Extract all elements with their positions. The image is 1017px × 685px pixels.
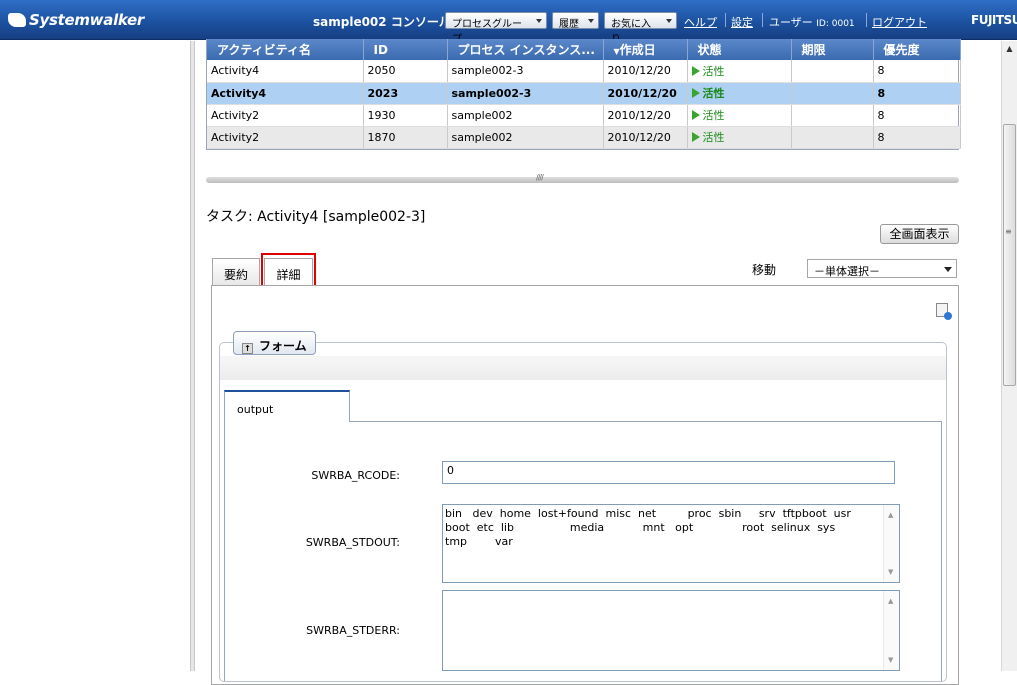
process-group-menu[interactable]: プロセスグループ <box>445 12 547 45</box>
header-divider <box>866 13 867 27</box>
page-scrollbar[interactable]: ▲ ≡ <box>1001 41 1017 671</box>
grip-icon: ≡ <box>1005 227 1012 236</box>
horizontal-splitter[interactable]: //// <box>206 173 959 183</box>
chevron-down-icon <box>666 19 672 23</box>
column-header-activity[interactable]: アクティビティ名 <box>207 39 364 60</box>
scroll-up-icon[interactable]: ▲ <box>888 594 893 608</box>
favorites-menu[interactable]: お気に入り <box>604 12 677 45</box>
textarea-scrollbar[interactable]: ▲ ▼ <box>883 505 899 582</box>
column-header-state[interactable]: 状態 <box>687 39 792 60</box>
stderr-label: SWRBA_STDERR: <box>306 624 400 637</box>
fujitsu-logo: FUJITSU <box>971 13 1017 27</box>
column-header-id[interactable]: ID <box>363 39 448 60</box>
column-header-instance[interactable]: プロセス インスタンス... <box>447 39 604 60</box>
move-select[interactable]: －単体選択－ <box>807 259 957 278</box>
pane-splitter[interactable] <box>191 41 195 671</box>
table-row-selected[interactable]: Activity4 2023 sample002-3 2010/12/20 活性 8 <box>207 82 961 105</box>
grip-icon: //// <box>536 173 544 182</box>
move-label: 移動 <box>752 263 777 277</box>
column-header-deadline[interactable]: 期限 <box>791 39 874 60</box>
stderr-field[interactable]: ▲ ▼ <box>442 590 900 671</box>
scroll-up-icon[interactable]: ▲ <box>888 508 893 522</box>
form-header-band <box>220 356 946 380</box>
column-header-created[interactable]: ▼作成日 <box>603 39 688 60</box>
scroll-thumb[interactable] <box>1003 124 1016 386</box>
logout-link[interactable]: ログアウト <box>872 14 927 30</box>
active-play-icon <box>691 132 700 142</box>
tab-summary[interactable]: 要約 <box>212 258 260 285</box>
form-toggle[interactable]: ↑ フォーム <box>233 331 316 355</box>
table-row[interactable]: Activity2 1930 sample002 2010/12/20 活性 8 <box>207 104 961 127</box>
scroll-down-icon[interactable]: ▼ <box>888 653 893 667</box>
stdout-field[interactable]: bin dev home lost+found misc net proc sb… <box>442 504 900 583</box>
rcode-field[interactable]: 0 <box>442 461 895 484</box>
systemwalker-mark-icon <box>8 13 26 27</box>
left-pane <box>0 41 191 671</box>
scroll-down-icon[interactable]: ▼ <box>888 565 893 579</box>
table-header-row: アクティビティ名 ID プロセス インスタンス... ▼作成日 状態 期限 優先… <box>207 39 961 60</box>
rcode-label: SWRBA_RCODE: <box>311 469 400 482</box>
task-title: タスク: Activity4 [sample002-3] <box>206 209 426 225</box>
activity-table: アクティビティ名 ID プロセス インスタンス... ▼作成日 状態 期限 優先… <box>206 39 961 150</box>
active-play-icon <box>691 88 700 98</box>
stdout-label: SWRBA_STDOUT: <box>305 536 400 549</box>
highlight-box <box>261 253 316 287</box>
app-header: Systemwalker sample002 コンソール プロセスグループ 履歴… <box>0 0 1017 45</box>
table-row[interactable]: Activity4 2050 sample002-3 2010/12/20 活性 8 <box>207 60 961 83</box>
textarea-scrollbar[interactable]: ▲ ▼ <box>883 591 899 670</box>
user-info: ユーザー ID: 0001 <box>769 16 855 29</box>
settings-link[interactable]: 設定 <box>731 14 753 30</box>
scroll-up-icon[interactable]: ▲ <box>1002 41 1017 57</box>
chevron-down-icon <box>944 267 952 272</box>
active-play-icon <box>691 110 700 120</box>
chevron-down-icon <box>536 19 542 23</box>
add-document-icon[interactable] <box>936 303 952 320</box>
chevron-down-icon <box>588 19 594 23</box>
header-divider <box>762 13 763 27</box>
help-link[interactable]: ヘルプ <box>684 14 717 30</box>
history-menu[interactable]: 履歴 <box>552 12 599 30</box>
tab-output[interactable]: output <box>224 390 350 422</box>
active-play-icon <box>691 65 700 76</box>
fullscreen-button[interactable]: 全画面表示 <box>880 224 959 244</box>
table-row[interactable]: Activity2 1870 sample002 2010/12/20 活性 8 <box>207 126 961 149</box>
column-header-priority[interactable]: 優先度 <box>873 39 961 60</box>
console-title: sample002 コンソール <box>313 15 451 29</box>
collapse-icon: ↑ <box>242 343 253 354</box>
header-divider <box>725 13 726 27</box>
systemwalker-logo[interactable]: Systemwalker <box>8 11 144 29</box>
